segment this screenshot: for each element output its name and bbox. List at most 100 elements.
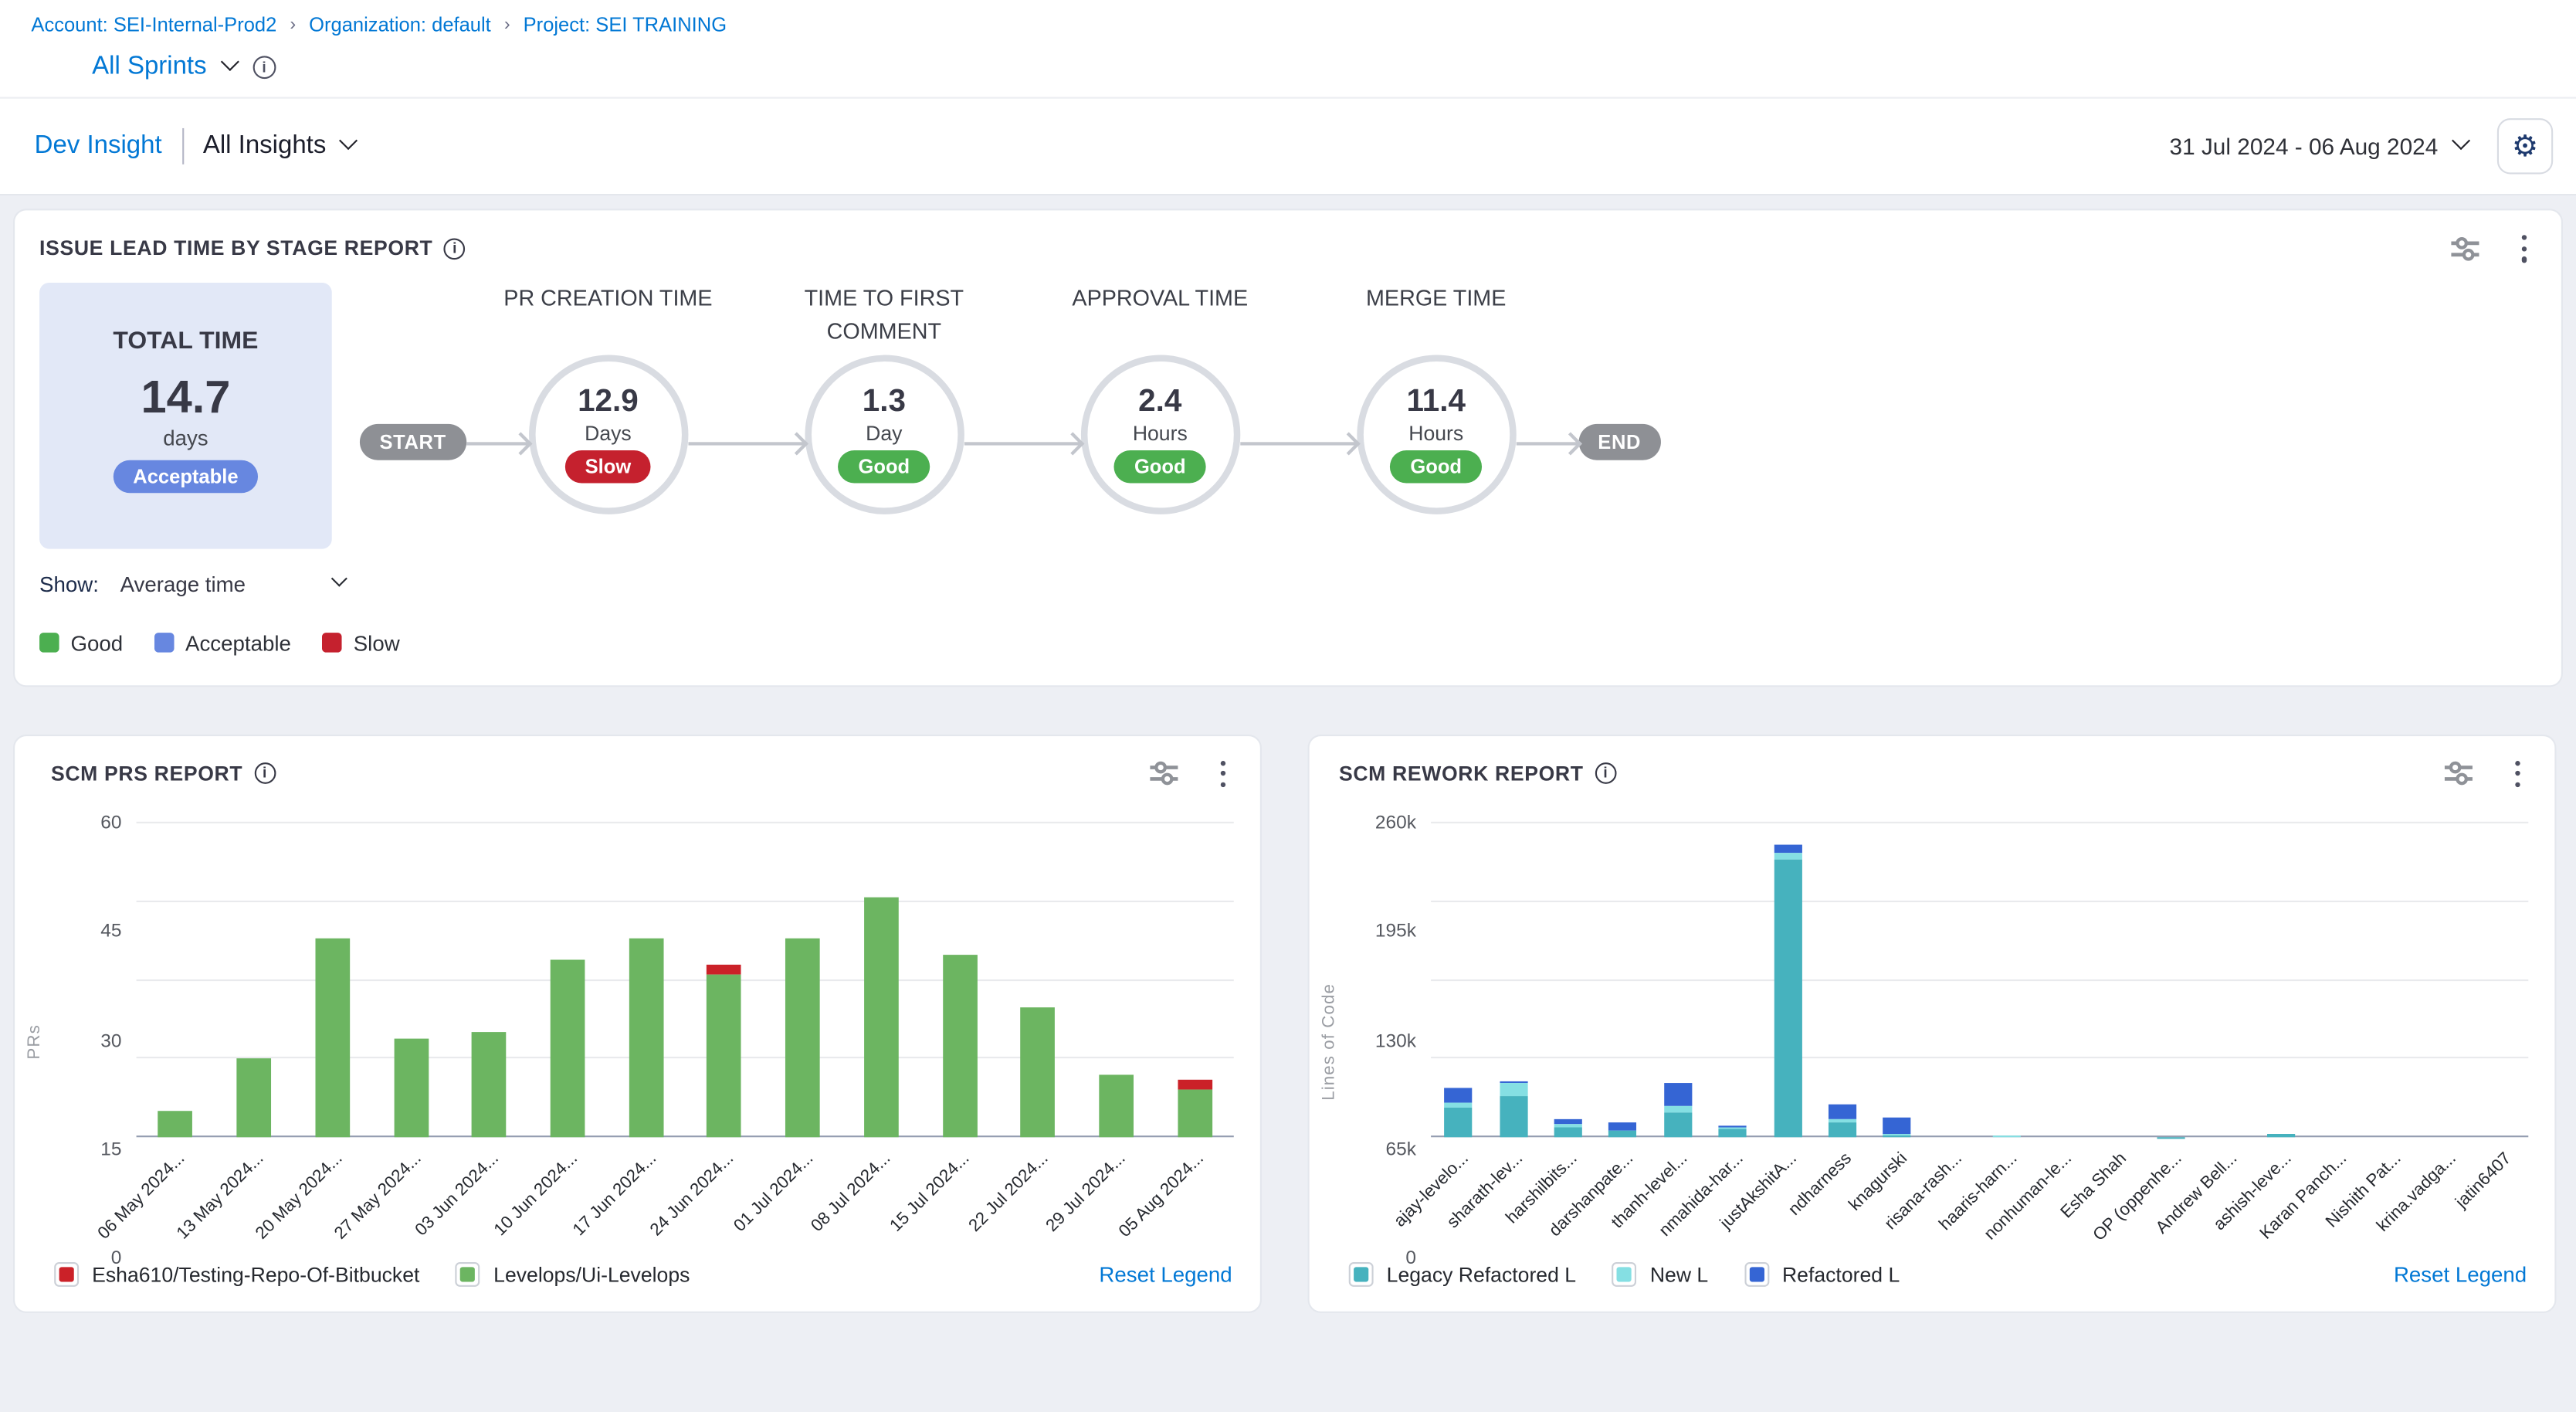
bar[interactable] [237, 823, 272, 1137]
bar[interactable] [2378, 823, 2405, 1137]
stage-circle[interactable]: 2.4HoursGood [1080, 355, 1239, 514]
legend-item[interactable]: Esha610/Testing-Repo-Of-Bitbucket [54, 1262, 419, 1287]
bar-segment[interactable] [629, 939, 663, 1137]
bar-segment[interactable] [1829, 1105, 1856, 1119]
dev-insight-link[interactable]: Dev Insight [35, 131, 162, 161]
bar[interactable] [158, 823, 193, 1137]
bar-segment[interactable] [1445, 1107, 1473, 1137]
bar[interactable] [1829, 823, 1856, 1137]
bar-segment[interactable] [1719, 1129, 1747, 1138]
breadcrumb-organization[interactable]: Organization: default [309, 13, 491, 36]
bar-segment[interactable] [1178, 1080, 1212, 1091]
bar[interactable] [1719, 823, 1747, 1137]
bar-segment[interactable] [1609, 1122, 1637, 1130]
bar[interactable] [2432, 823, 2460, 1137]
bar[interactable] [2103, 823, 2130, 1137]
legend-item[interactable]: Levelops/Ui-Levelops [456, 1262, 690, 1287]
bar-segment[interactable] [1664, 1084, 1692, 1106]
bar[interactable] [551, 823, 585, 1137]
breadcrumb-account[interactable]: Account: SEI-Internal-Prod2 [31, 13, 276, 36]
bar[interactable] [1178, 823, 1212, 1137]
date-range-selector[interactable]: 31 Jul 2024 - 06 Aug 2024 [2169, 133, 2467, 159]
bar[interactable] [1445, 823, 1473, 1137]
chart-filter-button[interactable] [2444, 762, 2472, 786]
chevron-down-icon[interactable] [220, 53, 239, 71]
bar[interactable] [2268, 823, 2296, 1137]
kebab-menu-button[interactable] [2508, 760, 2527, 787]
bar[interactable] [2158, 823, 2186, 1137]
bar-segment[interactable] [237, 1059, 272, 1138]
legend-checkbox[interactable] [1612, 1262, 1637, 1287]
bar-segment[interactable] [1178, 1091, 1212, 1138]
legend-item[interactable]: Refactored L [1744, 1262, 1900, 1287]
info-icon[interactable]: i [444, 238, 466, 260]
bar-segment[interactable] [707, 965, 742, 976]
lead-stage[interactable]: MERGE TIME11.4HoursGood [1357, 282, 1516, 514]
sprint-selector-label[interactable]: All Sprints [92, 53, 206, 82]
bar[interactable] [315, 823, 350, 1137]
bar-segment[interactable] [1774, 860, 1802, 1137]
stage-circle[interactable]: 11.4HoursGood [1357, 355, 1516, 514]
bar[interactable] [785, 823, 820, 1137]
bar[interactable] [2213, 823, 2241, 1137]
bar-segment[interactable] [942, 955, 977, 1138]
chart-filter-button[interactable] [1150, 762, 1178, 786]
lead-stage[interactable]: TIME TO FIRST COMMENT1.3DayGood [805, 282, 964, 514]
legend-checkbox[interactable] [1744, 1262, 1769, 1287]
bar-segment[interactable] [1829, 1122, 1856, 1137]
legend-checkbox[interactable] [54, 1262, 79, 1287]
bar[interactable] [1938, 823, 1966, 1137]
bar-segment[interactable] [1099, 1074, 1134, 1137]
bar-segment[interactable] [1774, 853, 1802, 860]
bar-segment[interactable] [1500, 1083, 1527, 1096]
bar[interactable] [1021, 823, 1056, 1137]
bar-segment[interactable] [315, 939, 350, 1137]
bar-segment[interactable] [864, 897, 899, 1138]
bar-segment[interactable] [1609, 1132, 1637, 1138]
bar[interactable] [629, 823, 663, 1137]
sprint-selector[interactable]: All Sprints i [31, 36, 2576, 97]
bar-segment[interactable] [1554, 1126, 1582, 1137]
bar-segment[interactable] [394, 1038, 429, 1138]
bar[interactable] [864, 823, 899, 1137]
bar-segment[interactable] [1445, 1088, 1473, 1103]
bar-segment[interactable] [1500, 1096, 1527, 1137]
bar-segment[interactable] [1021, 1006, 1056, 1137]
info-icon[interactable]: i [253, 56, 276, 79]
bar-segment[interactable] [1664, 1106, 1692, 1112]
legend-item[interactable]: New L [1612, 1262, 1708, 1287]
kebab-menu-button[interactable] [2515, 235, 2534, 262]
lead-stage[interactable]: APPROVAL TIME2.4HoursGood [1080, 282, 1239, 514]
bar[interactable] [2048, 823, 2076, 1137]
bar[interactable] [1500, 823, 1527, 1137]
bar[interactable] [2487, 823, 2515, 1137]
bar-segment[interactable] [158, 1112, 193, 1138]
bar[interactable] [394, 823, 429, 1137]
bar[interactable] [1554, 823, 1582, 1137]
info-icon[interactable]: i [1595, 763, 1617, 785]
bar[interactable] [1099, 823, 1134, 1137]
bar[interactable] [472, 823, 507, 1137]
legend-item[interactable]: Legacy Refactored L [1349, 1262, 1576, 1287]
bar[interactable] [1883, 823, 1911, 1137]
settings-button[interactable]: ⚙ [2497, 118, 2553, 174]
show-dropdown[interactable]: Show: Average time [39, 571, 345, 596]
bar-segment[interactable] [1664, 1112, 1692, 1138]
bar-segment[interactable] [551, 959, 585, 1137]
bar[interactable] [707, 823, 742, 1137]
bar-segment[interactable] [707, 976, 742, 1138]
all-insights-dropdown[interactable]: All Insights [203, 131, 354, 161]
legend-checkbox[interactable] [1349, 1262, 1374, 1287]
info-icon[interactable]: i [254, 763, 276, 785]
reset-legend-link[interactable]: Reset Legend [2394, 1262, 2527, 1287]
legend-checkbox[interactable] [456, 1262, 480, 1287]
bar-segment[interactable] [472, 1033, 507, 1137]
bar[interactable] [2323, 823, 2351, 1137]
bar[interactable] [1993, 823, 2021, 1137]
kebab-menu-button[interactable] [1214, 760, 1232, 787]
lead-stage[interactable]: PR CREATION TIME12.9DaysSlow [528, 282, 687, 514]
bar-segment[interactable] [1883, 1117, 1911, 1134]
bar-segment[interactable] [785, 939, 820, 1137]
breadcrumb-project[interactable]: Project: SEI TRAINING [524, 13, 727, 36]
bar-segment[interactable] [1774, 844, 1802, 853]
